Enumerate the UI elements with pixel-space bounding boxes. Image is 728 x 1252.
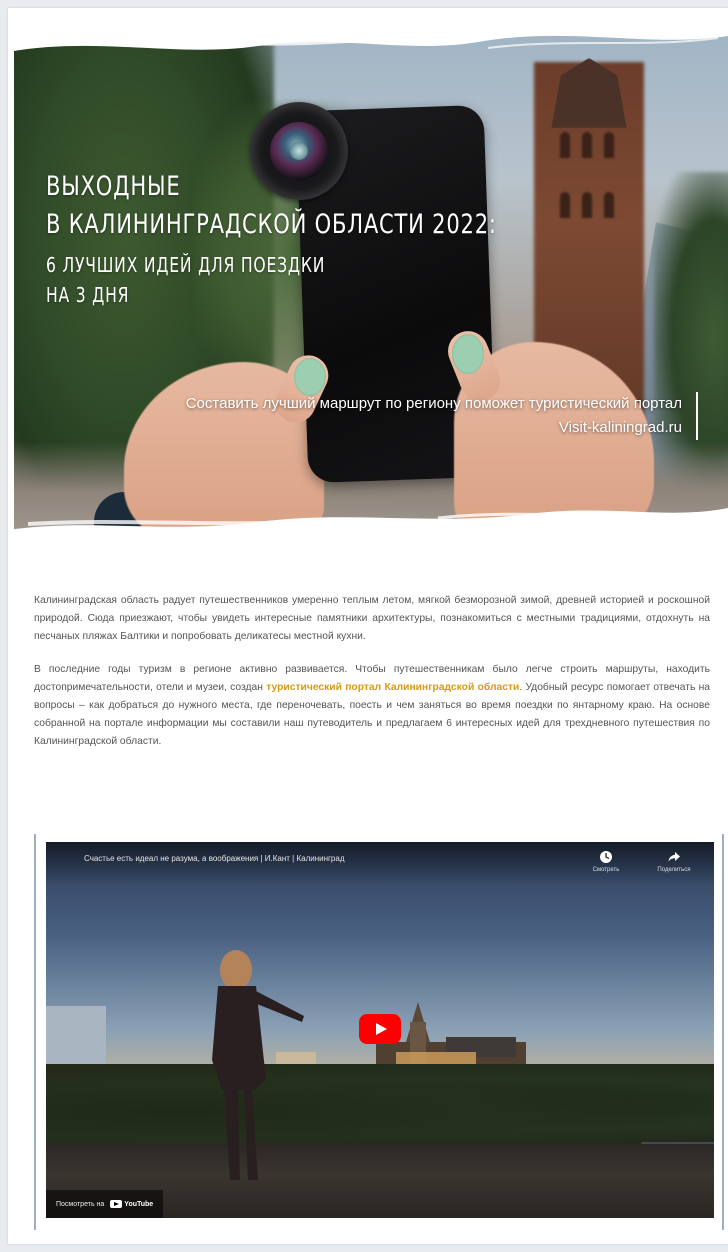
watch-later-button[interactable]: Смотреть — [576, 850, 636, 873]
hero-subtitle-line-2: на 3 дня — [46, 283, 130, 307]
share-button[interactable]: Поделиться — [644, 850, 704, 873]
video-title[interactable]: Счастье есть идеал не разума, а воображе… — [84, 854, 345, 863]
hero-subtitle-line-1: 6 лучших идей для поездки — [46, 253, 326, 277]
hero-title: Выходные в Калининградской области 2022:… — [46, 168, 624, 310]
video-embed-container: Счастье есть идеал не разума, а воображе… — [34, 834, 724, 1230]
article-body: Калининградская область радует путешеств… — [34, 592, 710, 766]
share-icon — [668, 852, 680, 862]
hero-banner: Выходные в Калининградской области 2022:… — [14, 22, 728, 542]
hero-caption-site: Visit-kaliningrad.ru — [558, 419, 682, 436]
hero-title-line-1: Выходные — [46, 171, 181, 202]
youtube-video-player[interactable]: Счастье есть идеал не разума, а воображе… — [46, 842, 714, 1218]
clock-icon — [600, 851, 612, 863]
watch-on-youtube-button[interactable]: Посмотреть на YouTube — [46, 1190, 164, 1218]
share-label: Поделиться — [657, 867, 691, 873]
youtube-label: YouTube — [124, 1200, 154, 1208]
article-paragraph-2: В последние годы туризм в регионе активн… — [34, 661, 710, 752]
hero-title-line-2: в Калининградской области 2022: — [46, 209, 497, 240]
play-icon[interactable] — [359, 1014, 401, 1044]
watch-on-label: Посмотреть на — [56, 1200, 105, 1208]
article-paragraph-1: Калининградская область радует путешеств… — [34, 595, 710, 643]
hero-caption-line-1: Составить лучший маршрут по региону помо… — [185, 395, 682, 412]
woman-silhouette — [212, 950, 304, 1180]
youtube-logo-icon: YouTube — [110, 1200, 153, 1208]
bottom-brush-edge — [8, 508, 728, 568]
page: Выходные в Калининградской области 2022:… — [8, 8, 728, 1244]
hero-caption: Составить лучший маршрут по региону помо… — [186, 392, 698, 440]
tourist-portal-link[interactable]: туристический портал Калининградской обл… — [266, 682, 519, 693]
watch-later-label: Смотреть — [592, 867, 620, 873]
top-brush-edge — [8, 8, 728, 52]
